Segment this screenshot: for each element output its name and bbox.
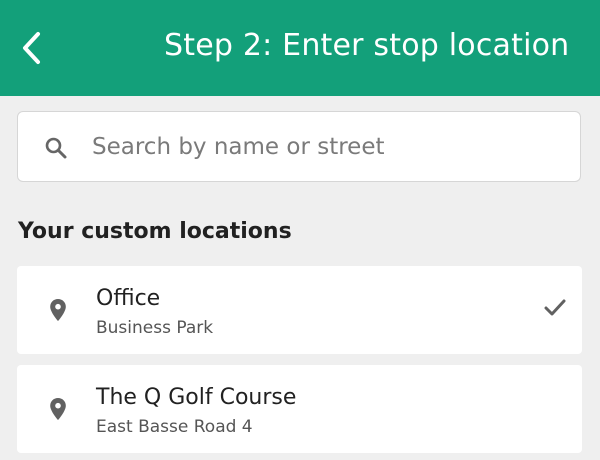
check-icon — [544, 299, 566, 316]
back-button[interactable] — [10, 20, 54, 76]
search-input[interactable] — [92, 124, 552, 170]
search-icon — [45, 137, 67, 159]
section-heading: Your custom locations — [18, 219, 292, 244]
location-item-golf-course[interactable]: The Q Golf Course East Basse Road 4 — [17, 365, 582, 453]
location-subtitle: Business Park — [96, 318, 214, 338]
location-title: The Q Golf Course — [96, 385, 297, 410]
map-pin-icon — [50, 398, 66, 420]
location-subtitle: East Basse Road 4 — [96, 417, 253, 437]
chevron-left-icon — [23, 32, 40, 64]
location-title: Office — [96, 286, 161, 311]
page-title: Step 2: Enter stop location — [164, 28, 570, 63]
map-pin-icon — [50, 299, 66, 321]
location-item-office[interactable]: Office Business Park — [17, 266, 582, 354]
app-bar: Step 2: Enter stop location — [0, 0, 600, 96]
search-box[interactable] — [17, 111, 581, 182]
